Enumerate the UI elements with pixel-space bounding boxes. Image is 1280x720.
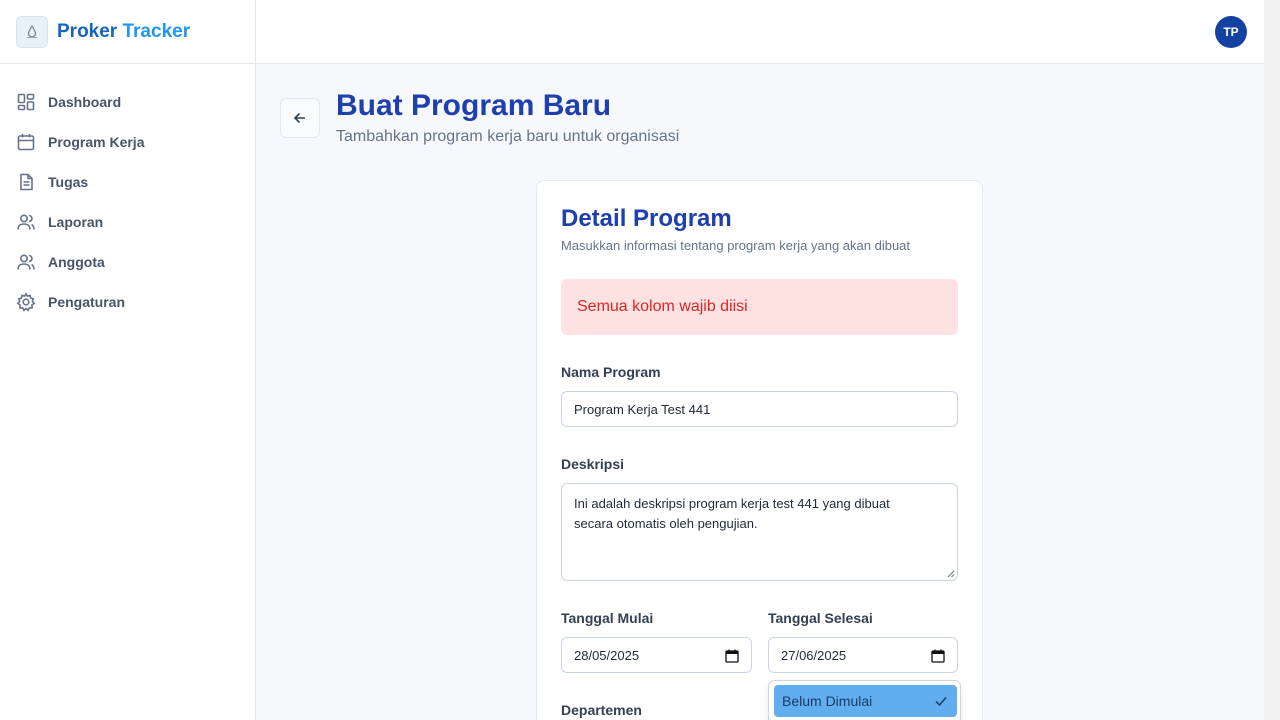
page-subtitle: Tambahkan program kerja baru untuk organ… xyxy=(336,128,680,145)
sidebar-item-program-kerja[interactable]: Program Kerja xyxy=(0,122,255,162)
brand-name-part2: Tracker xyxy=(122,20,191,42)
program-name-input[interactable]: Program Kerja Test 441 xyxy=(561,391,958,427)
avatar[interactable]: TP xyxy=(1215,16,1247,48)
sidebar-item-tugas[interactable]: Tugas xyxy=(0,162,255,202)
sidebar-nav: Dashboard Program Kerja Tugas Laporan An… xyxy=(0,64,255,322)
status-dropdown-menu: Belum Dimulai xyxy=(768,680,961,720)
department-label: Departemen xyxy=(561,702,642,718)
scrollbar-track[interactable] xyxy=(1264,0,1280,720)
description-text: Ini adalah deskripsi program kerja test … xyxy=(574,496,890,531)
resize-handle-icon[interactable] xyxy=(947,570,955,578)
sidebar-item-anggota[interactable]: Anggota xyxy=(0,242,255,282)
brand-name-part1: Proker xyxy=(57,20,118,42)
description-textarea[interactable]: Ini adalah deskripsi program kerja test … xyxy=(561,483,958,581)
name-label: Nama Program xyxy=(561,364,661,380)
gear-icon xyxy=(16,292,36,312)
check-icon xyxy=(935,697,947,707)
sidebar-item-label: Laporan xyxy=(48,214,104,230)
back-button[interactable] xyxy=(280,98,320,138)
page-title: Buat Program Baru xyxy=(336,89,612,122)
sidebar-item-label: Anggota xyxy=(48,254,105,270)
water-drop-logo-icon xyxy=(16,15,48,48)
card-description: Masukkan informasi tentang program kerja… xyxy=(561,238,911,253)
sidebar-item-dashboard[interactable]: Dashboard xyxy=(0,82,255,122)
error-alert: Semua kolom wajib diisi xyxy=(561,279,958,335)
sidebar-item-label: Dashboard xyxy=(48,94,122,110)
sidebar-item-label: Program Kerja xyxy=(48,134,145,150)
sidebar-item-label: Tugas xyxy=(48,174,89,190)
option-label: Belum Dimulai xyxy=(782,693,873,709)
card-title: Detail Program xyxy=(561,205,732,232)
calendar-icon xyxy=(16,132,36,152)
brand-title: Proker Tracker xyxy=(57,21,190,43)
start-date-label: Tanggal Mulai xyxy=(561,610,654,626)
description-label: Deskripsi xyxy=(561,456,625,472)
users-icon xyxy=(16,212,36,232)
sidebar-item-laporan[interactable]: Laporan xyxy=(0,202,255,242)
end-date-input[interactable]: 27/06/2025 xyxy=(768,637,958,673)
grid-icon xyxy=(16,92,36,112)
arrow-left-icon xyxy=(293,112,305,124)
start-date-input[interactable]: 28/05/2025 xyxy=(561,637,752,673)
sidebar: Proker Tracker Dashboard Program Kerja T… xyxy=(0,0,256,720)
end-date-value: 27/06/2025 xyxy=(781,647,847,663)
users-icon xyxy=(16,252,36,272)
sidebar-item-label: Pengaturan xyxy=(48,294,126,310)
sidebar-item-pengaturan[interactable]: Pengaturan xyxy=(0,282,255,322)
calendar-icon[interactable] xyxy=(725,649,739,663)
brand[interactable]: Proker Tracker xyxy=(0,0,255,64)
end-date-label: Tanggal Selesai xyxy=(768,610,873,626)
top-bar: TP xyxy=(256,0,1264,64)
calendar-icon[interactable] xyxy=(931,649,945,663)
document-icon xyxy=(16,172,36,192)
start-date-value: 28/05/2025 xyxy=(574,647,640,663)
status-option-belum-dimulai[interactable]: Belum Dimulai xyxy=(774,685,957,717)
